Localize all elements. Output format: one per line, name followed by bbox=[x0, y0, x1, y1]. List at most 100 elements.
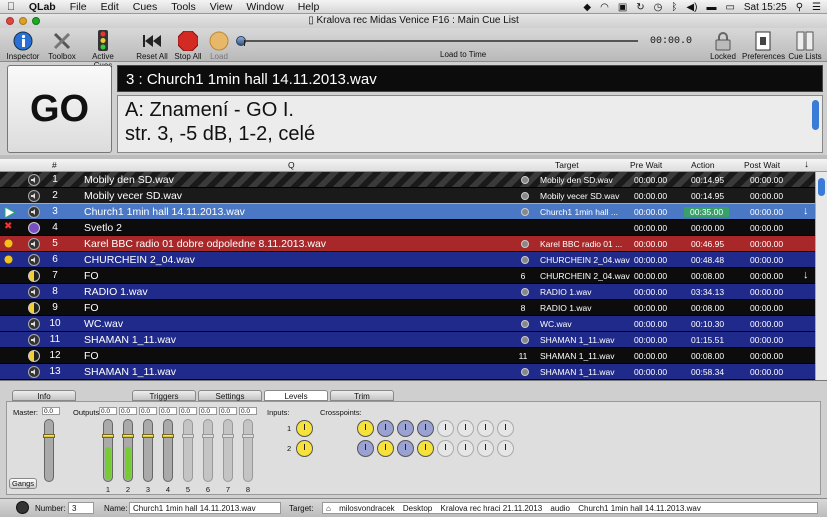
cue-row[interactable]: 5 Karel BBC radio 01 dobre odpoledne 8.11… bbox=[0, 236, 815, 252]
cue-post-wait[interactable]: 00:00.00 bbox=[750, 255, 783, 265]
cue-post-wait[interactable]: 00:00.00 bbox=[750, 191, 783, 201]
cue-pre-wait[interactable]: 00:00.00 bbox=[634, 255, 667, 265]
cue-target[interactable]: SHAMAN 1_11.wav bbox=[540, 351, 614, 361]
flag-icon[interactable]: ▬ bbox=[706, 2, 716, 13]
cue-target[interactable]: SHAMAN 1_11.wav bbox=[540, 367, 614, 377]
output-fader-3[interactable] bbox=[142, 419, 154, 482]
crosspoint-knob[interactable] bbox=[397, 440, 414, 457]
col-target[interactable]: Target bbox=[555, 160, 579, 170]
cue-action[interactable]: 00:58.34 bbox=[691, 367, 724, 377]
cue-name[interactable]: FO bbox=[84, 270, 99, 282]
cue-pre-wait[interactable]: 00:00.00 bbox=[634, 335, 667, 345]
close-window-button[interactable] bbox=[6, 17, 14, 25]
cue-post-wait[interactable]: 00:00.00 bbox=[750, 207, 783, 217]
cue-pre-wait[interactable]: 00:00.00 bbox=[634, 287, 667, 297]
cue-name[interactable]: RADIO 1.wav bbox=[84, 286, 148, 298]
cue-name[interactable]: SHAMAN 1_11.wav bbox=[84, 334, 176, 346]
path-item-1[interactable]: milosvondracek bbox=[339, 503, 395, 513]
load-to-time-slider[interactable] bbox=[236, 36, 638, 46]
cue-action[interactable]: 00:00.00 bbox=[691, 223, 724, 233]
auto-continue-icon[interactable]: ↓ bbox=[803, 269, 809, 281]
fader-cap[interactable] bbox=[182, 434, 194, 438]
output-value-3[interactable]: 0.0 bbox=[139, 407, 157, 415]
cue-notes[interactable]: A: Znamení - GO I. str. 3, -5 dB, 1-2, c… bbox=[117, 95, 823, 153]
path-item-2[interactable]: Desktop bbox=[403, 503, 432, 513]
output-value-1[interactable]: 0.0 bbox=[99, 407, 117, 415]
cue-post-wait[interactable]: 00:00.00 bbox=[750, 223, 783, 233]
zoom-window-button[interactable] bbox=[32, 17, 40, 25]
output-fader-6[interactable] bbox=[202, 419, 214, 482]
cue-row[interactable]: 11 SHAMAN 1_11.wav SHAMAN 1_11.wav 00:00.00… bbox=[0, 332, 815, 348]
active-cues-button[interactable]: Active Cues bbox=[82, 30, 124, 70]
cue-action[interactable]: 00:14.95 bbox=[691, 175, 724, 185]
cue-row[interactable]: 2 Mobily vecer SD.wav Mobily vecer SD.wav 0… bbox=[0, 188, 815, 204]
reset-all-button[interactable]: Reset All bbox=[136, 30, 168, 61]
crosspoint-knob[interactable] bbox=[397, 420, 414, 437]
cue-target[interactable]: SHAMAN 1_11.wav bbox=[540, 335, 614, 345]
cue-name[interactable]: FO bbox=[84, 302, 99, 314]
cue-action[interactable]: 00:35.00 bbox=[684, 207, 730, 217]
scroll-thumb[interactable] bbox=[818, 178, 825, 196]
path-item-5[interactable]: Church1 1min hall 14.11.2013.wav bbox=[578, 503, 701, 513]
crosspoint-knob[interactable] bbox=[417, 420, 434, 437]
cue-name[interactable]: Mobily vecer SD.wav bbox=[84, 190, 182, 202]
crosspoint-knob[interactable] bbox=[377, 440, 394, 457]
output-value-6[interactable]: 0.0 bbox=[199, 407, 217, 415]
cue-row[interactable]: 3 Church1 1min hall 14.11.2013.wav Church1… bbox=[0, 203, 815, 221]
cue-row[interactable]: 8 RADIO 1.wav RADIO 1.wav 00:00.00 03:34.13 0… bbox=[0, 284, 815, 300]
crosspoint-knob[interactable] bbox=[417, 440, 434, 457]
cue-pre-wait[interactable]: 00:00.00 bbox=[634, 303, 667, 313]
cue-action[interactable]: 01:15.51 bbox=[691, 335, 724, 345]
auto-continue-icon[interactable]: ↓ bbox=[803, 205, 809, 217]
menu-file[interactable]: File bbox=[63, 1, 94, 13]
cue-pre-wait[interactable]: 00:00.00 bbox=[634, 351, 667, 361]
cue-row[interactable]: 9 FO 8 RADIO 1.wav 00:00.00 00:08.00 00:00.00 bbox=[0, 300, 815, 316]
cue-name[interactable]: Svetlo 2 bbox=[84, 222, 122, 234]
number-field[interactable]: 3 bbox=[68, 502, 94, 514]
tab-settings[interactable]: Settings bbox=[198, 390, 262, 401]
cue-post-wait[interactable]: 00:00.00 bbox=[750, 351, 783, 361]
col-post-wait[interactable]: Post Wait bbox=[744, 160, 780, 170]
crosspoint-knob[interactable] bbox=[477, 440, 494, 457]
cue-post-wait[interactable]: 00:00.00 bbox=[750, 239, 783, 249]
output-value-8[interactable]: 0.0 bbox=[239, 407, 257, 415]
cue-post-wait[interactable]: 00:00.00 bbox=[750, 271, 783, 281]
tab-info[interactable]: Info bbox=[12, 390, 76, 401]
menu-view[interactable]: View bbox=[203, 1, 240, 13]
menu-edit[interactable]: Edit bbox=[94, 1, 126, 13]
fader-cap[interactable] bbox=[43, 434, 55, 438]
crosspoint-knob[interactable] bbox=[377, 420, 394, 437]
cue-action[interactable]: 00:46.95 bbox=[691, 239, 724, 249]
cue-target[interactable]: Mobily vecer SD.wav bbox=[540, 191, 619, 201]
crosspoint-knob[interactable] bbox=[437, 440, 454, 457]
input-1-knob[interactable] bbox=[296, 420, 313, 437]
fader-cap[interactable] bbox=[242, 434, 254, 438]
cue-pre-wait[interactable]: 00:00.00 bbox=[634, 191, 667, 201]
crosspoint-knob[interactable] bbox=[357, 440, 374, 457]
fader-cap[interactable] bbox=[122, 434, 134, 438]
preferences-button[interactable]: Preferences bbox=[742, 30, 785, 61]
menu-tools[interactable]: Tools bbox=[164, 1, 203, 13]
col-pre-wait[interactable]: Pre Wait bbox=[630, 160, 662, 170]
cue-target[interactable]: Church1 1min hall ... bbox=[540, 207, 618, 217]
crosspoint-knob[interactable] bbox=[497, 420, 514, 437]
dropbox-icon[interactable]: ◆ bbox=[583, 2, 591, 13]
cue-row[interactable]: 7 FO 6 CHURCHEIN 2_04.wav 00:00.00 00:08.00 00… bbox=[0, 268, 815, 284]
cue-pre-wait[interactable]: 00:00.00 bbox=[634, 207, 667, 217]
crosspoint-knob[interactable] bbox=[357, 420, 374, 437]
cue-pre-wait[interactable]: 00:00.00 bbox=[634, 175, 667, 185]
cue-post-wait[interactable]: 00:00.00 bbox=[750, 287, 783, 297]
cue-name[interactable]: CHURCHEIN 2_04.wav bbox=[84, 254, 195, 266]
sync-icon[interactable]: ↻ bbox=[636, 2, 644, 13]
cue-name[interactable]: Church1 1min hall 14.11.2013.wav bbox=[84, 206, 245, 218]
locked-button[interactable]: Locked bbox=[708, 30, 738, 61]
cue-target[interactable]: Karel BBC radio 01 ... bbox=[540, 239, 622, 249]
cue-pre-wait[interactable]: 00:00.00 bbox=[634, 239, 667, 249]
cue-post-wait[interactable]: 00:00.00 bbox=[750, 335, 783, 345]
cue-post-wait[interactable]: 00:00.00 bbox=[750, 303, 783, 313]
crosspoint-knob[interactable] bbox=[497, 440, 514, 457]
cue-post-wait[interactable]: 00:00.00 bbox=[750, 319, 783, 329]
spotlight-icon[interactable]: ⚲ bbox=[796, 2, 803, 13]
menu-cues[interactable]: Cues bbox=[126, 1, 165, 13]
output-value-4[interactable]: 0.0 bbox=[159, 407, 177, 415]
